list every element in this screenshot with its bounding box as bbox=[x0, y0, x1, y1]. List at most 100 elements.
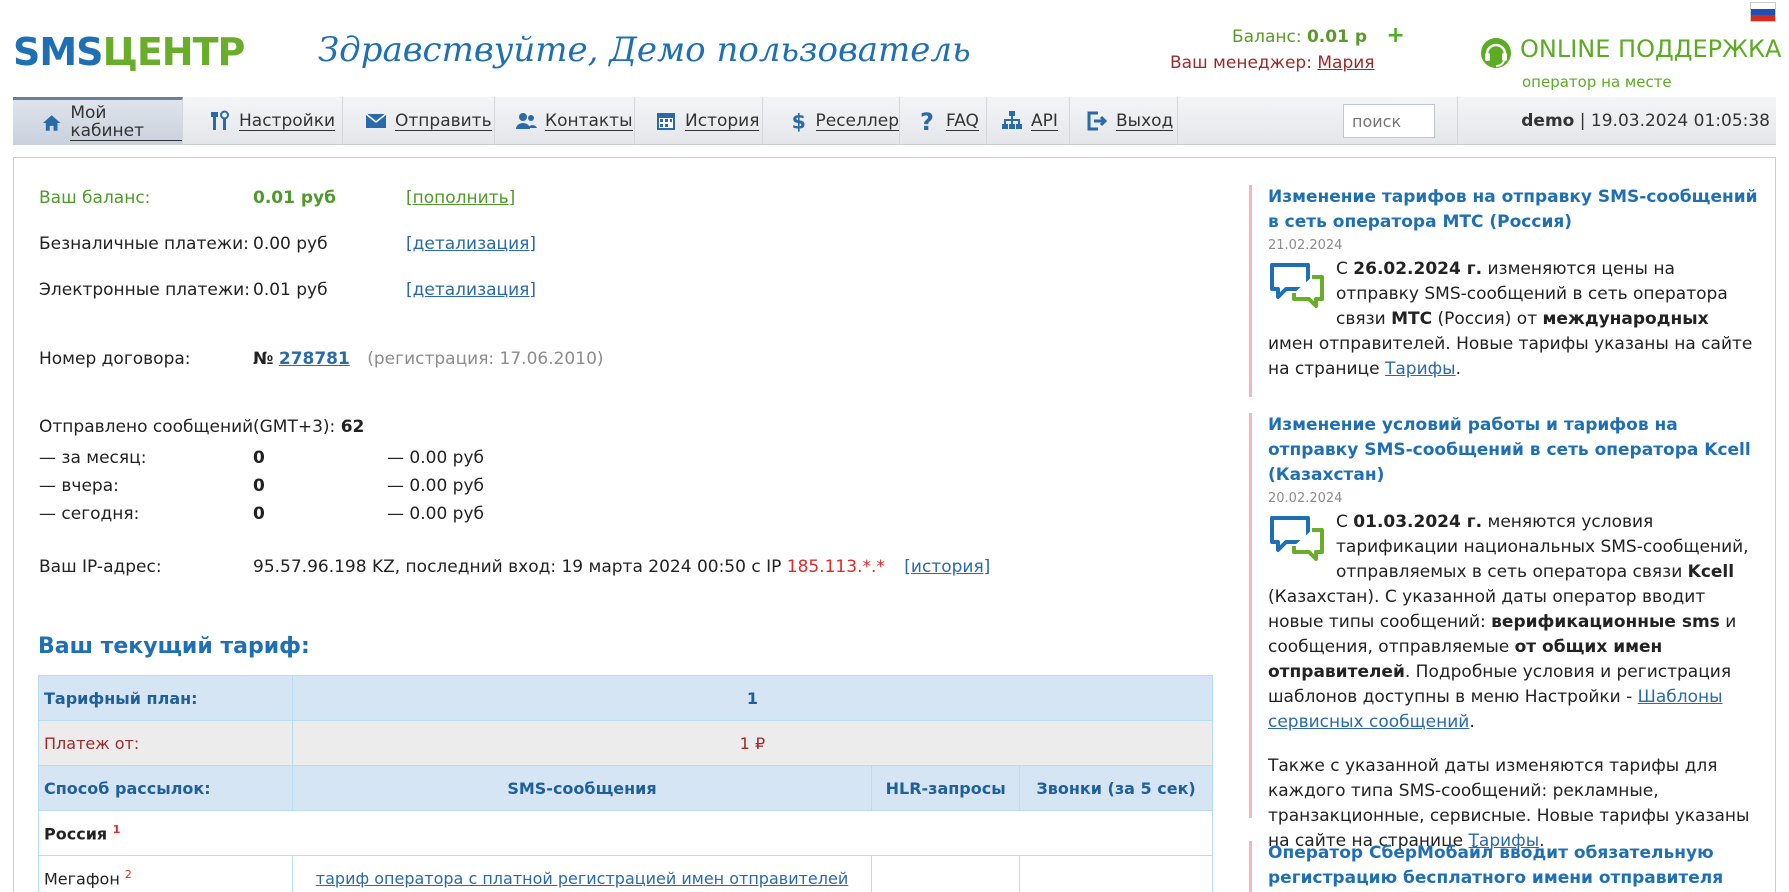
payment-value: 1 ₽ bbox=[291, 720, 1214, 766]
contract-registration: (регистрация: 17.06.2010) bbox=[367, 349, 604, 369]
top-up-link[interactable]: [пополнить] bbox=[406, 188, 515, 208]
main-content: Ваш баланс: 0.01 руб [пополнить] Безнали… bbox=[13, 157, 1776, 892]
greeting: Здравствуйте, Демо пользователь bbox=[318, 30, 971, 70]
headset-icon bbox=[1481, 38, 1511, 68]
col-calls: Звонки (за 5 сек) bbox=[1019, 765, 1213, 811]
calendar-icon bbox=[657, 113, 675, 130]
users-icon bbox=[516, 113, 537, 129]
news-text: С bbox=[1336, 259, 1354, 279]
news-bold: верификационные sms bbox=[1491, 612, 1720, 632]
month-count: 0 bbox=[253, 448, 265, 468]
operator-note: 2 bbox=[124, 867, 132, 881]
username: demo bbox=[1521, 111, 1575, 131]
tariff-table: Тарифный план: 1 Платеж от: 1 ₽ Способ р… bbox=[38, 675, 1214, 892]
svg-text:$: $ bbox=[792, 110, 806, 132]
logo-sms: SMS bbox=[13, 30, 104, 74]
news-date: 21.02.2024 bbox=[1268, 238, 1343, 253]
news-title[interactable]: Изменение условий работы и тарифов на от… bbox=[1268, 413, 1759, 488]
language-flag-ru-icon[interactable] bbox=[1750, 2, 1776, 22]
tools-icon bbox=[211, 110, 229, 130]
operator-hlr-cell bbox=[871, 855, 1021, 892]
contract-label: Номер договора: bbox=[39, 349, 191, 369]
country-cell: Россия 1 bbox=[38, 810, 1213, 856]
cashless-value: 0.00 руб bbox=[253, 234, 328, 254]
table-row: Способ рассылок: SMS-сообщения HLR-запро… bbox=[38, 765, 1213, 811]
support-title: ONLINE ПОДДЕРЖКА bbox=[1520, 35, 1782, 63]
operator-cell: Мегафон 2 bbox=[38, 855, 293, 892]
operator-tariff-link[interactable]: тариф оператора с платной регистрацией и… bbox=[316, 869, 848, 888]
tariff-title: Ваш текущий тариф: bbox=[38, 634, 310, 659]
plan-label: Тарифный план: bbox=[38, 675, 293, 721]
nav-my-cabinet[interactable]: Мой кабинет bbox=[13, 97, 183, 145]
nav-label: Мой кабинет bbox=[70, 104, 182, 141]
sitemap-icon bbox=[1002, 111, 1022, 129]
nav-api[interactable]: API bbox=[987, 97, 1070, 145]
svg-text:?: ? bbox=[920, 110, 934, 132]
nav-faq[interactable]: ? FAQ bbox=[900, 97, 987, 145]
yesterday-label: — вчера: bbox=[39, 476, 119, 496]
table-row: Тарифный план: 1 bbox=[38, 675, 1214, 721]
current-datetime: 19.03.2024 01:05:38 bbox=[1590, 111, 1770, 131]
yesterday-sum: — 0.00 руб bbox=[387, 476, 484, 496]
news-body: С 01.03.2024 г. меняются условия тарифик… bbox=[1268, 510, 1759, 735]
header-balance: Баланс: 0.01 р + bbox=[1232, 25, 1405, 48]
logo[interactable]: SMSЦЕНТР bbox=[13, 30, 246, 74]
ip-info: 95.57.96.198 KZ, последний вход: 19 март… bbox=[253, 557, 990, 577]
ip-history-link[interactable]: [история] bbox=[904, 557, 990, 577]
operator-calls-cell bbox=[1019, 855, 1213, 892]
news-body: Также с указанной даты изменяются тарифы… bbox=[1268, 754, 1759, 854]
nav-settings[interactable]: Настройки bbox=[183, 97, 343, 145]
country-note: 1 bbox=[112, 822, 121, 836]
manager-link[interactable]: Мария bbox=[1317, 53, 1374, 73]
method-label: Способ рассылок: bbox=[38, 765, 293, 811]
table-row: Платеж от: 1 ₽ bbox=[38, 720, 1214, 766]
nav-logout[interactable]: Выход bbox=[1070, 97, 1178, 145]
nav-reseller[interactable]: $ Реселлер bbox=[763, 97, 900, 145]
col-sms: SMS-сообщения bbox=[291, 765, 873, 811]
cashless-label: Безналичные платежи: bbox=[39, 234, 249, 254]
tariffs-link[interactable]: Тарифы bbox=[1385, 359, 1456, 379]
nav-label: Настройки bbox=[239, 110, 336, 131]
electronic-value: 0.01 руб bbox=[253, 280, 328, 300]
news-title[interactable]: Оператор СберМобайл вводит обязательную … bbox=[1268, 841, 1759, 891]
contract-info: № 278781 (регистрация: 17.06.2010) bbox=[253, 349, 604, 369]
electronic-details-link[interactable]: [детализация] bbox=[406, 280, 536, 300]
nav-label: Выход bbox=[1116, 110, 1174, 131]
operator-name: Мегафон bbox=[44, 869, 120, 889]
manager-info: Ваш менеджер: Мария bbox=[1170, 53, 1375, 73]
news-item: Изменение условий работы и тарифов на от… bbox=[1249, 413, 1759, 851]
news-text: (Россия) от bbox=[1432, 309, 1543, 329]
support-status: оператор на месте bbox=[1522, 73, 1672, 91]
nav-history[interactable]: История bbox=[635, 97, 763, 145]
contract-number-link[interactable]: 278781 bbox=[279, 349, 350, 369]
add-funds-plus-icon[interactable]: + bbox=[1386, 25, 1404, 47]
ip-label: Ваш IP-адрес: bbox=[39, 557, 162, 577]
user-info: demo | 19.03.2024 01:05:38 bbox=[1521, 111, 1770, 131]
col-hlr: HLR-запросы bbox=[871, 765, 1021, 811]
news-bold: 01.03.2024 г. bbox=[1353, 512, 1483, 532]
month-sum: — 0.00 руб bbox=[387, 448, 484, 468]
cashless-details-link[interactable]: [детализация] bbox=[406, 234, 536, 254]
nav-contacts[interactable]: Контакты bbox=[495, 97, 635, 145]
news-date: 20.02.2024 bbox=[1268, 491, 1343, 506]
dollar-icon: $ bbox=[792, 110, 806, 132]
nav-label: История bbox=[685, 110, 760, 131]
logout-icon bbox=[1087, 111, 1108, 131]
news-item: Оператор СберМобайл вводит обязательную … bbox=[1249, 841, 1759, 892]
news-bold: МТС bbox=[1391, 309, 1433, 329]
home-icon bbox=[42, 114, 61, 131]
news-item: Изменение тарифов на отправку SMS-сообще… bbox=[1249, 185, 1759, 397]
search-input[interactable] bbox=[1343, 104, 1435, 138]
manager-label: Ваш менеджер: bbox=[1170, 53, 1312, 73]
logo-centr: ЦЕНТР bbox=[102, 30, 246, 74]
news-title[interactable]: Изменение тарифов на отправку SMS-сообще… bbox=[1268, 185, 1759, 235]
yesterday-count: 0 bbox=[253, 476, 265, 496]
news-text: С bbox=[1336, 512, 1354, 532]
ip-last: 185.113.*.* bbox=[786, 557, 885, 577]
question-icon: ? bbox=[920, 110, 934, 132]
balance-label: Ваш баланс: bbox=[39, 188, 151, 208]
nav-label: Отправить bbox=[395, 110, 492, 131]
news-bold: Kcell bbox=[1687, 562, 1735, 582]
chat-bubbles-icon bbox=[1270, 516, 1324, 561]
nav-send[interactable]: Отправить bbox=[343, 97, 495, 145]
